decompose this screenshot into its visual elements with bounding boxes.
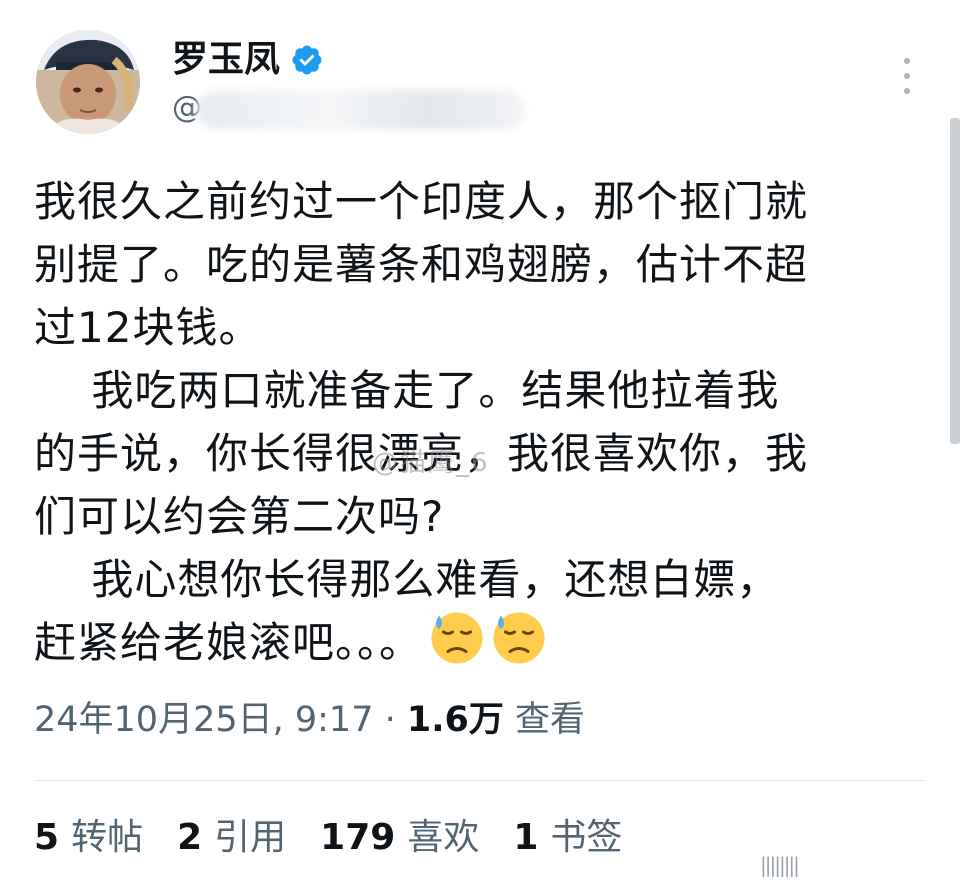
stat-quotes[interactable]: 2 引用	[177, 815, 286, 861]
stat-count: 5	[34, 817, 60, 858]
image-watermark: @猫鹰_6	[372, 448, 490, 478]
tweet-meta: 24年10月25日, 9:17 · 1.6万 查看	[34, 697, 585, 743]
verified-badge-icon	[292, 45, 322, 75]
stat-label: 喜欢	[407, 817, 480, 858]
more-dot	[904, 88, 910, 94]
bottom-watermark: ||||||||	[760, 853, 800, 877]
engagement-stats: 5 转帖 2 引用 179 喜欢 1 书签	[34, 815, 622, 861]
user-name-row[interactable]: 罗玉凤	[172, 38, 324, 82]
stat-bookmarks[interactable]: 1 书签	[513, 815, 622, 861]
more-dot	[904, 58, 910, 64]
scrollbar-thumb[interactable]	[950, 118, 960, 444]
avatar[interactable]	[36, 30, 140, 134]
divider	[34, 780, 926, 781]
views-label: 查看	[515, 700, 586, 740]
stat-label: 书签	[550, 817, 623, 858]
stat-count: 179	[320, 817, 396, 858]
tweet-line: 赶紧给老娘滚吧。。。	[34, 618, 423, 667]
stat-label: 转帖	[71, 817, 144, 858]
handle-redaction	[196, 90, 526, 130]
stat-label: 引用	[214, 817, 287, 858]
meta-separator: ·	[384, 700, 396, 740]
views-count: 1.6万	[406, 700, 504, 740]
downcast-face-with-sweat-emoji	[493, 612, 545, 664]
tweet-line: 我很久之前约过一个印度人，那个抠门就	[34, 177, 809, 226]
stat-count: 1	[513, 817, 539, 858]
stat-reposts[interactable]: 5 转帖	[34, 815, 143, 861]
tweet-line: 我吃两口就准备走了。结果他拉着我	[34, 366, 780, 415]
stat-count: 2	[177, 817, 203, 858]
tweet-text: 我很久之前约过一个印度人，那个抠门就 别提了。吃的是薯条和鸡翅膀，估计不超 过1…	[34, 170, 914, 674]
tweet-line: 别提了。吃的是薯条和鸡翅膀，估计不超	[34, 240, 809, 289]
tweet-line: 过12块钱。	[34, 303, 262, 352]
stat-likes[interactable]: 179 喜欢	[320, 815, 479, 861]
timestamp[interactable]: 24年10月25日, 9:17	[34, 700, 373, 740]
more-options-icon[interactable]	[894, 56, 920, 96]
more-dot	[904, 73, 910, 79]
tweet-line: 我心想你长得那么难看，还想白嫖，	[34, 555, 780, 604]
downcast-face-with-sweat-emoji	[431, 612, 483, 664]
tweet-line: 们可以约会第二次吗?	[34, 492, 445, 541]
display-name[interactable]: 罗玉凤	[172, 38, 280, 82]
